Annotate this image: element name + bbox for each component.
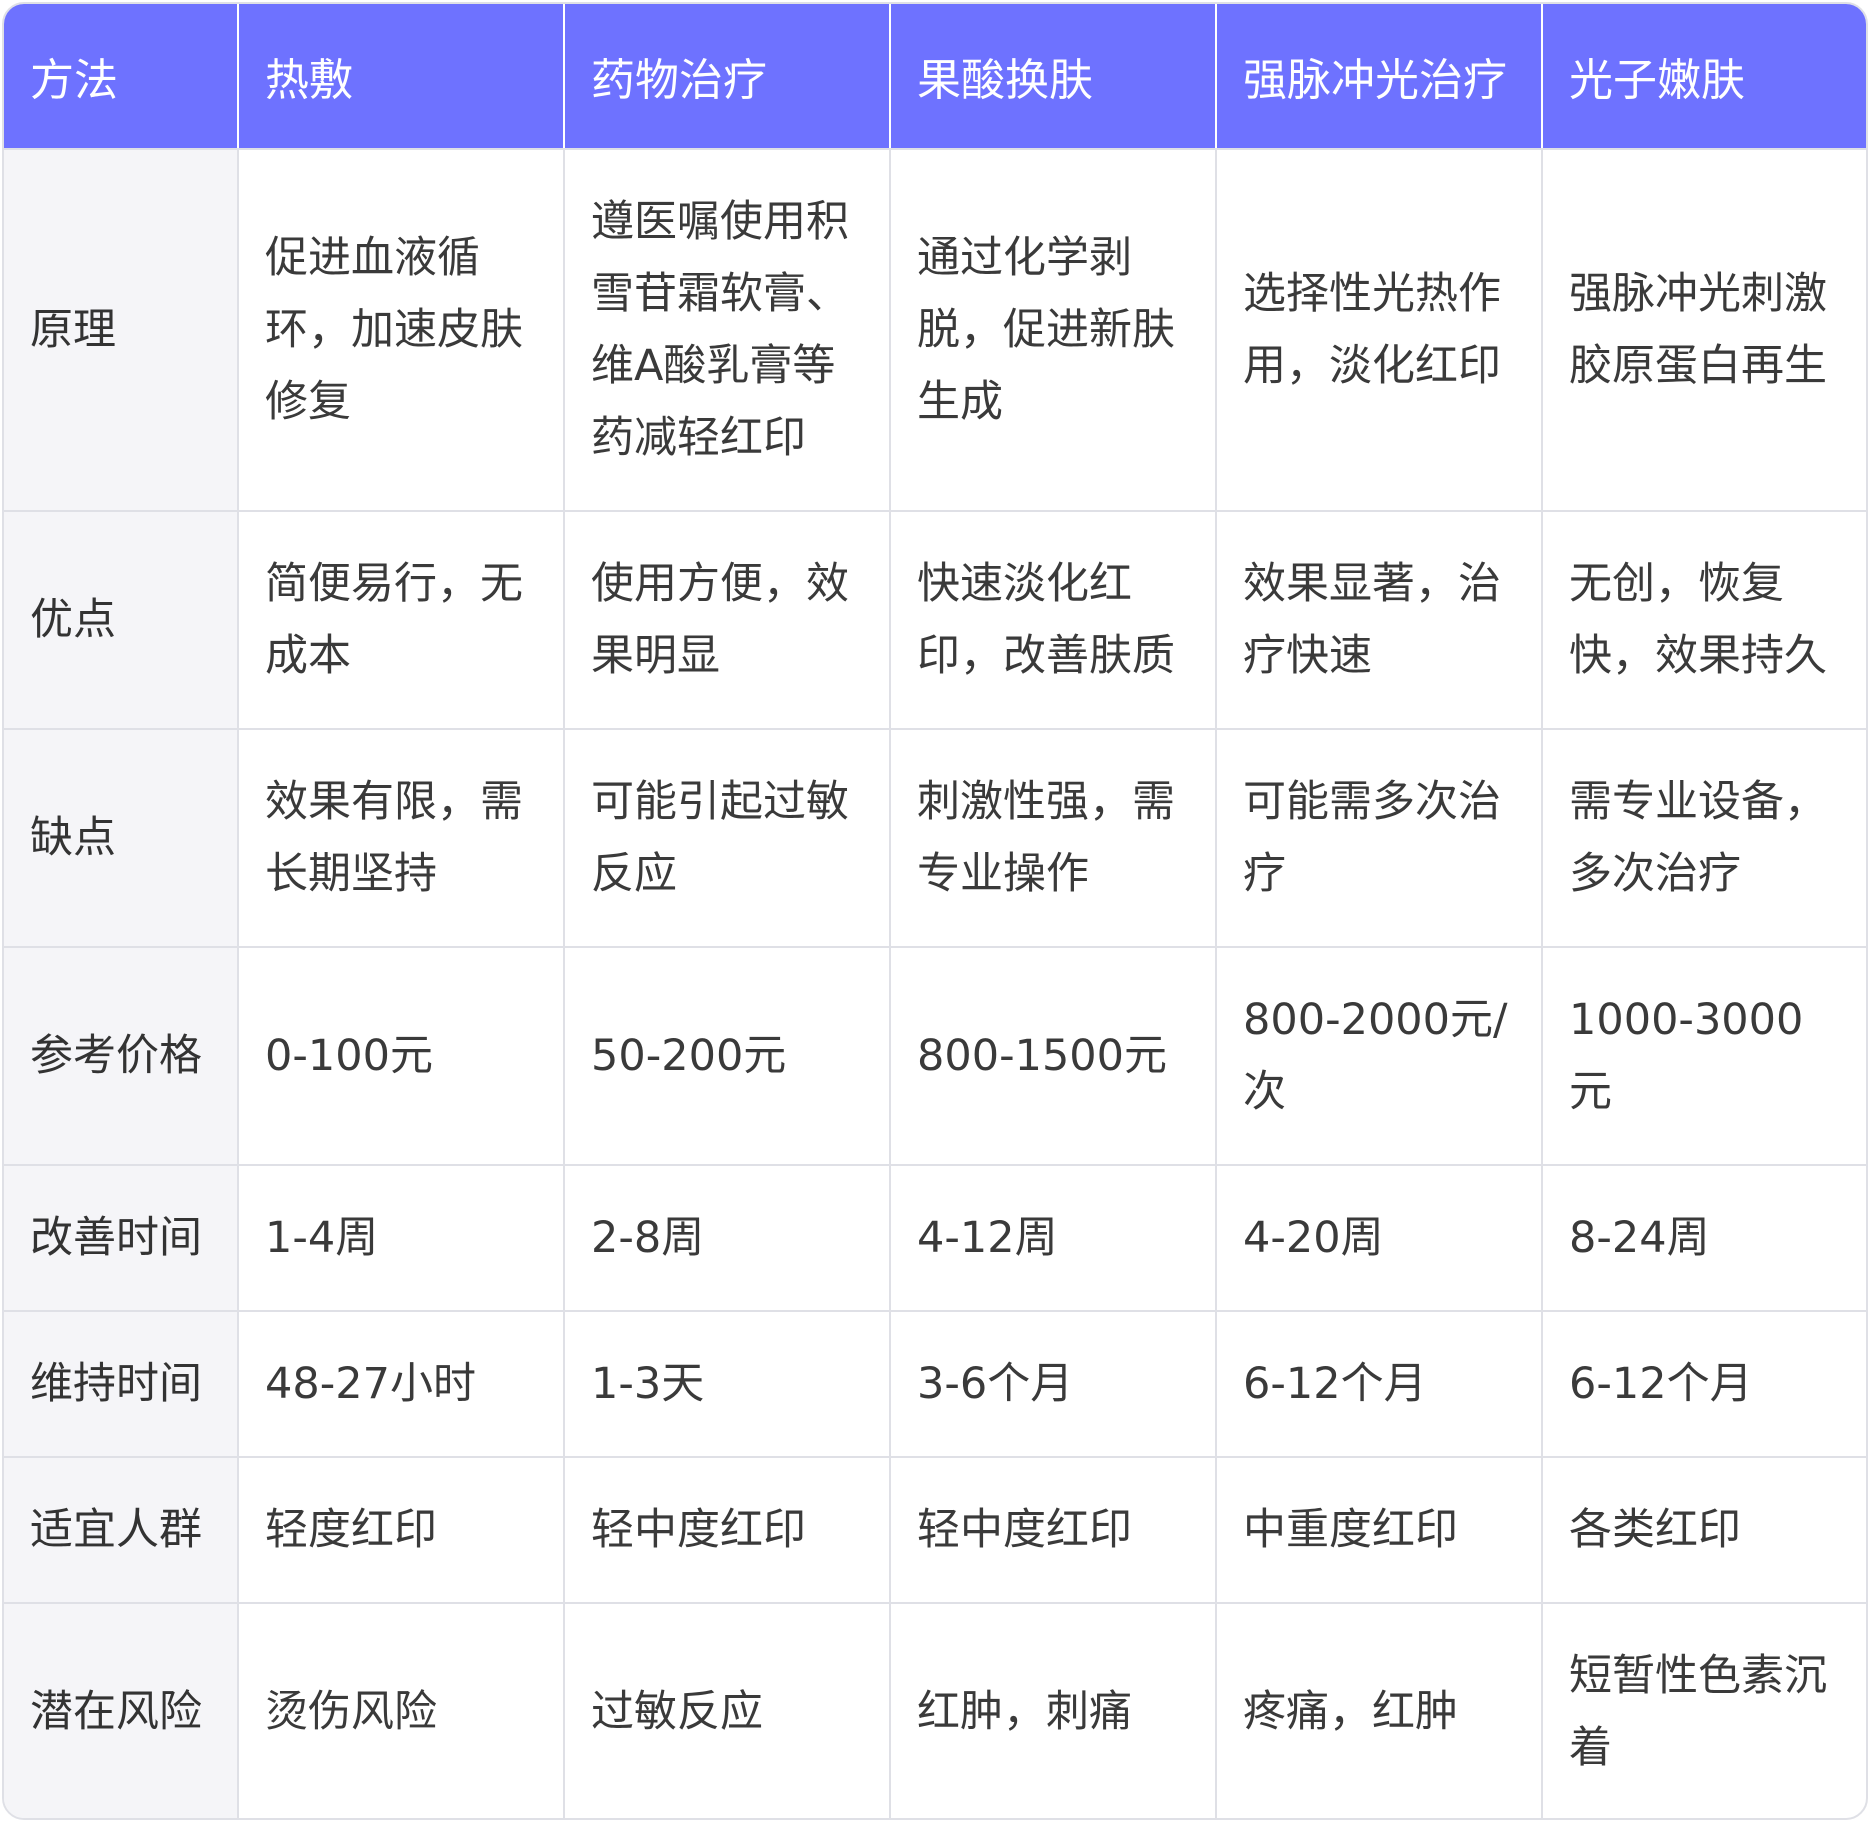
header-method: 方法 — [4, 4, 239, 150]
table-cell: 0-100元 — [238, 947, 565, 1166]
table-cell: 各类红印 — [1542, 1457, 1866, 1604]
row-label: 改善时间 — [4, 1165, 239, 1312]
header-chemical-peel: 果酸换肤 — [890, 4, 1217, 150]
table-row-maintenance-time: 维持时间 48-27小时 1-3天 3-6个月 6-12个月 6-12个月 — [4, 1311, 1866, 1458]
row-label: 潜在风险 — [4, 1603, 239, 1818]
table-cell: 可能需多次治疗 — [1216, 729, 1543, 948]
header-hot-compress: 热敷 — [238, 4, 565, 150]
comparison-table-container: 方法 热敷 药物治疗 果酸换肤 强脉冲光治疗 光子嫩肤 原理 促进血液循环，加速… — [2, 2, 1868, 1820]
table-cell: 轻度红印 — [238, 1457, 565, 1604]
table-cell: 6-12个月 — [1216, 1311, 1543, 1458]
table-cell: 800-2000元/次 — [1216, 947, 1543, 1166]
table-cell: 6-12个月 — [1542, 1311, 1866, 1458]
table-header-row: 方法 热敷 药物治疗 果酸换肤 强脉冲光治疗 光子嫩肤 — [4, 4, 1866, 150]
table-cell: 刺激性强，需专业操作 — [890, 729, 1217, 948]
table-cell: 通过化学剥脱，促进新肤生成 — [890, 149, 1217, 512]
table-cell: 效果有限，需长期坚持 — [238, 729, 565, 948]
table-cell: 8-24周 — [1542, 1165, 1866, 1312]
table-cell: 强脉冲光刺激胶原蛋白再生 — [1542, 149, 1866, 512]
table-cell: 2-8周 — [564, 1165, 891, 1312]
table-cell: 800-1500元 — [890, 947, 1217, 1166]
comparison-table: 方法 热敷 药物治疗 果酸换肤 强脉冲光治疗 光子嫩肤 原理 促进血液循环，加速… — [4, 4, 1866, 1818]
table-row-suitable-population: 适宜人群 轻度红印 轻中度红印 轻中度红印 中重度红印 各类红印 — [4, 1457, 1866, 1604]
table-cell: 烫伤风险 — [238, 1603, 565, 1818]
row-label: 维持时间 — [4, 1311, 239, 1458]
table-cell: 48-27小时 — [238, 1311, 565, 1458]
table-cell: 需专业设备，多次治疗 — [1542, 729, 1866, 948]
table-cell: 4-12周 — [890, 1165, 1217, 1312]
table-cell: 50-200元 — [564, 947, 891, 1166]
table-cell: 效果显著，治疗快速 — [1216, 511, 1543, 730]
table-cell: 可能引起过敏反应 — [564, 729, 891, 948]
row-label: 缺点 — [4, 729, 239, 948]
table-cell: 中重度红印 — [1216, 1457, 1543, 1604]
table-cell: 1000-3000元 — [1542, 947, 1866, 1166]
table-row-principle: 原理 促进血液循环，加速皮肤修复 遵医嘱使用积雪苷霜软膏、维A酸乳膏等药减轻红印… — [4, 149, 1866, 512]
header-ipl: 强脉冲光治疗 — [1216, 4, 1543, 150]
row-label: 适宜人群 — [4, 1457, 239, 1604]
table-row-potential-risk: 潜在风险 烫伤风险 过敏反应 红肿，刺痛 疼痛，红肿 短暂性色素沉着 — [4, 1603, 1866, 1818]
table-cell: 过敏反应 — [564, 1603, 891, 1818]
table-cell: 4-20周 — [1216, 1165, 1543, 1312]
table-cell: 轻中度红印 — [890, 1457, 1217, 1604]
table-cell: 疼痛，红肿 — [1216, 1603, 1543, 1818]
row-label: 原理 — [4, 149, 239, 512]
table-cell: 无创，恢复快，效果持久 — [1542, 511, 1866, 730]
table-cell: 短暂性色素沉着 — [1569, 1651, 1827, 1773]
table-cell: 1-3天 — [564, 1311, 891, 1458]
row-label: 参考价格 — [4, 947, 239, 1166]
header-photorejuvenation: 光子嫩肤 — [1542, 4, 1866, 150]
table-cell: 使用方便，效果明显 — [564, 511, 891, 730]
table-row-improvement-time: 改善时间 1-4周 2-8周 4-12周 4-20周 8-24周 — [4, 1165, 1866, 1312]
table-cell: 轻中度红印 — [564, 1457, 891, 1604]
header-medication: 药物治疗 — [564, 4, 891, 150]
table-cell: 选择性光热作用，淡化红印 — [1216, 149, 1543, 512]
table-row-pros: 优点 简便易行，无成本 使用方便，效果明显 快速淡化红印，改善肤质 效果显著，治… — [4, 511, 1866, 730]
table-cell: 简便易行，无成本 — [238, 511, 565, 730]
table-cell: 快速淡化红印，改善肤质 — [890, 511, 1217, 730]
table-cell: 遵医嘱使用积雪苷霜软膏、维A酸乳膏等药减轻红印 — [564, 149, 891, 512]
table-cell: 红肿，刺痛 — [890, 1603, 1217, 1818]
row-label: 优点 — [4, 511, 239, 730]
table-row-cons: 缺点 效果有限，需长期坚持 可能引起过敏反应 刺激性强，需专业操作 可能需多次治… — [4, 729, 1866, 948]
table-cell: 3-6个月 — [890, 1311, 1217, 1458]
table-cell: 促进血液循环，加速皮肤修复 — [238, 149, 565, 512]
table-row-price: 参考价格 0-100元 50-200元 800-1500元 800-2000元/… — [4, 947, 1866, 1166]
table-cell: 1-4周 — [238, 1165, 565, 1312]
